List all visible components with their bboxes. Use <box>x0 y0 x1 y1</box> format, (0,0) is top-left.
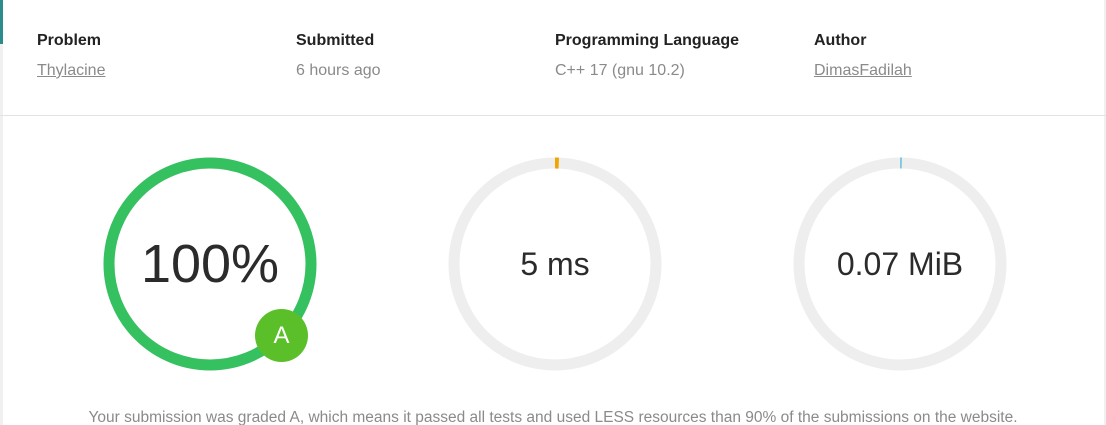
author-link[interactable]: DimasFadilah <box>814 61 912 81</box>
submitted-label: Submitted <box>296 32 375 49</box>
problem-link[interactable]: Thylacine <box>37 61 105 81</box>
summary-text: Your submission was graded A, which mean… <box>88 409 1018 425</box>
grade-badge: A <box>255 309 308 362</box>
time-value: 5 ms <box>520 245 590 282</box>
author-label: Author <box>814 32 867 49</box>
submitted-time: 6 hours ago <box>296 62 381 79</box>
language-label: Programming Language <box>555 32 740 49</box>
memory-gauge: 0.07 MiB <box>792 156 1008 372</box>
submission-info-row: Problem Thylacine Submitted 6 hours ago … <box>0 0 1106 116</box>
time-gauge: 5 ms <box>447 156 663 372</box>
submitted-column: Submitted 6 hours ago <box>296 31 381 81</box>
grade-letter: A <box>273 321 290 349</box>
language-column: Programming Language C++ 17 (gnu 10.2) <box>555 31 739 81</box>
author-column: Author DimasFadilah <box>814 31 912 81</box>
memory-value: 0.07 MiB <box>836 245 964 282</box>
language-value: C++ 17 (gnu 10.2) <box>555 62 685 79</box>
problem-label: Problem <box>37 32 102 49</box>
problem-column: Problem Thylacine <box>37 31 105 81</box>
submission-page: Problem Thylacine Submitted 6 hours ago … <box>0 0 1106 425</box>
